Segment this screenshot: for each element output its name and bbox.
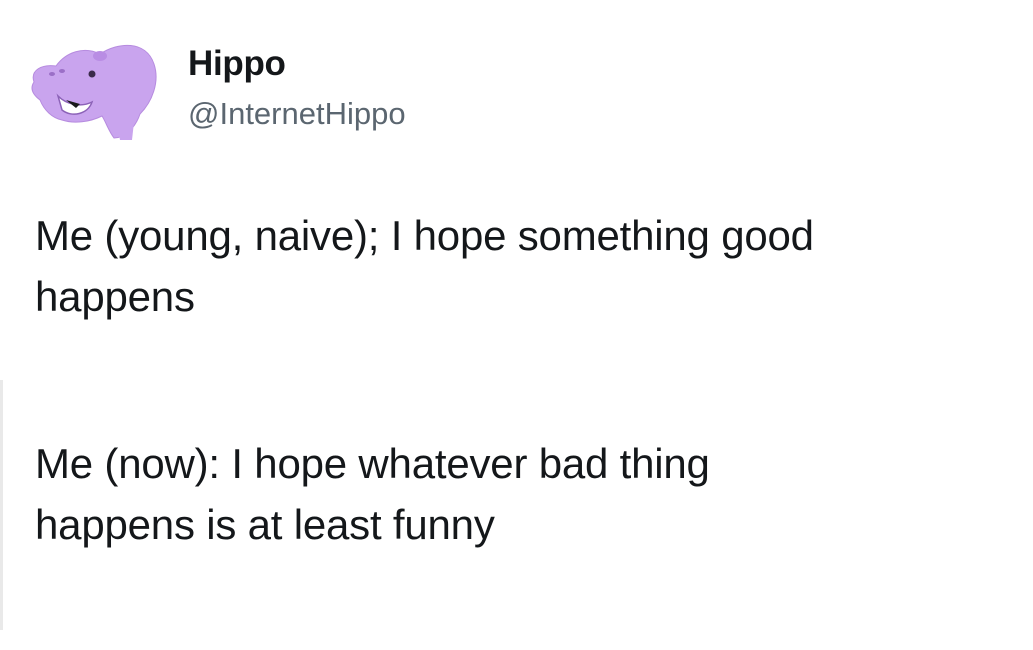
author-display-name[interactable]: Hippo bbox=[188, 44, 286, 84]
tweet-text-paragraph-1: Me (young, naive); I hope something good… bbox=[35, 212, 814, 320]
left-edge-shadow bbox=[0, 380, 3, 630]
tweet-card: Hippo @InternetHippo Me (young, naive); … bbox=[0, 0, 1033, 650]
hippo-avatar-icon bbox=[31, 44, 157, 140]
avatar[interactable] bbox=[22, 30, 160, 145]
author-handle[interactable]: @InternetHippo bbox=[188, 96, 406, 132]
tweet-text-paragraph-2: Me (now): I hope whatever bad thing happ… bbox=[35, 440, 710, 548]
